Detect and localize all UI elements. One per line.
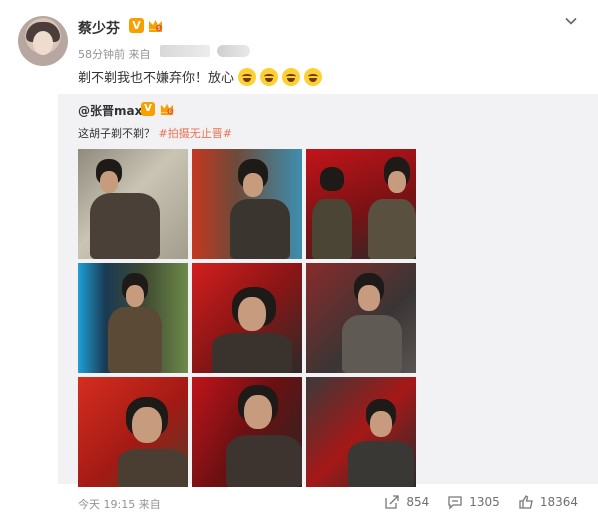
action-bar: 854 1305 18364 <box>366 494 578 510</box>
post-source-label: 来自 <box>128 48 151 61</box>
hashtag-link[interactable]: #拍摄无止晋# <box>159 127 232 140</box>
verified-badge-icon: V <box>129 18 144 33</box>
repost-icon <box>385 495 400 509</box>
repost-action-button[interactable]: 854 <box>384 494 429 510</box>
thumbs-up-icon <box>519 495 533 509</box>
comment-count: 1305 <box>469 495 500 509</box>
laugh-cry-emoji-icon <box>238 67 257 86</box>
member-crown-icon: 5 <box>149 20 163 32</box>
author-avatar[interactable] <box>18 16 68 66</box>
like-action-button[interactable]: 18364 <box>518 494 578 510</box>
laugh-cry-emoji-icon <box>304 67 323 86</box>
weibo-post-card: 蔡少芬 V 5 58分钟前 来自 剃不剃我也不嫌弃你！放心 @张晋max V 6… <box>0 0 598 525</box>
repost-member-crown-icon: 6 <box>160 103 174 115</box>
photo-grid <box>78 149 416 487</box>
photo-thumbnail[interactable] <box>192 377 302 487</box>
repost-footer-time[interactable]: 今天 19:15 来自 <box>78 496 161 512</box>
photo-thumbnail[interactable] <box>306 149 416 259</box>
photo-thumbnail[interactable] <box>78 263 188 373</box>
post-time[interactable]: 58分钟前 <box>78 48 125 61</box>
chevron-down-icon[interactable] <box>564 14 578 28</box>
post-meta: 58分钟前 来自 <box>78 46 151 62</box>
laugh-cry-emoji-icon <box>260 67 279 86</box>
photo-thumbnail[interactable] <box>78 377 188 487</box>
svg-text:5: 5 <box>157 26 160 32</box>
photo-thumbnail[interactable] <box>192 149 302 259</box>
photo-thumbnail[interactable] <box>192 263 302 373</box>
svg-text:6: 6 <box>169 109 172 115</box>
post-text: 剃不剃我也不嫌弃你！放心 <box>78 67 323 86</box>
comment-action-button[interactable]: 1305 <box>447 494 500 510</box>
like-count: 18364 <box>539 495 578 509</box>
author-name[interactable]: 蔡少芬 <box>78 18 120 38</box>
repost-count: 854 <box>406 495 430 509</box>
repost-author-link[interactable]: @张晋max <box>78 102 142 119</box>
photo-thumbnail[interactable] <box>306 377 416 487</box>
comment-icon <box>448 496 462 510</box>
blurred-source <box>160 45 210 57</box>
laugh-cry-emoji-icon <box>282 67 301 86</box>
repost-text: 这胡子剃不剃？ #拍摄无止晋# <box>78 125 232 141</box>
photo-thumbnail[interactable] <box>306 263 416 373</box>
post-body: 剃不剃我也不嫌弃你！放心 <box>78 71 235 86</box>
blurred-source-2 <box>217 45 250 57</box>
repost-body: 这胡子剃不剃？ <box>78 127 155 140</box>
repost-verified-badge-icon: V <box>141 102 155 116</box>
reposted-content: @张晋max V 6 这胡子剃不剃？ #拍摄无止晋# <box>58 94 598 487</box>
photo-thumbnail[interactable] <box>78 149 188 259</box>
